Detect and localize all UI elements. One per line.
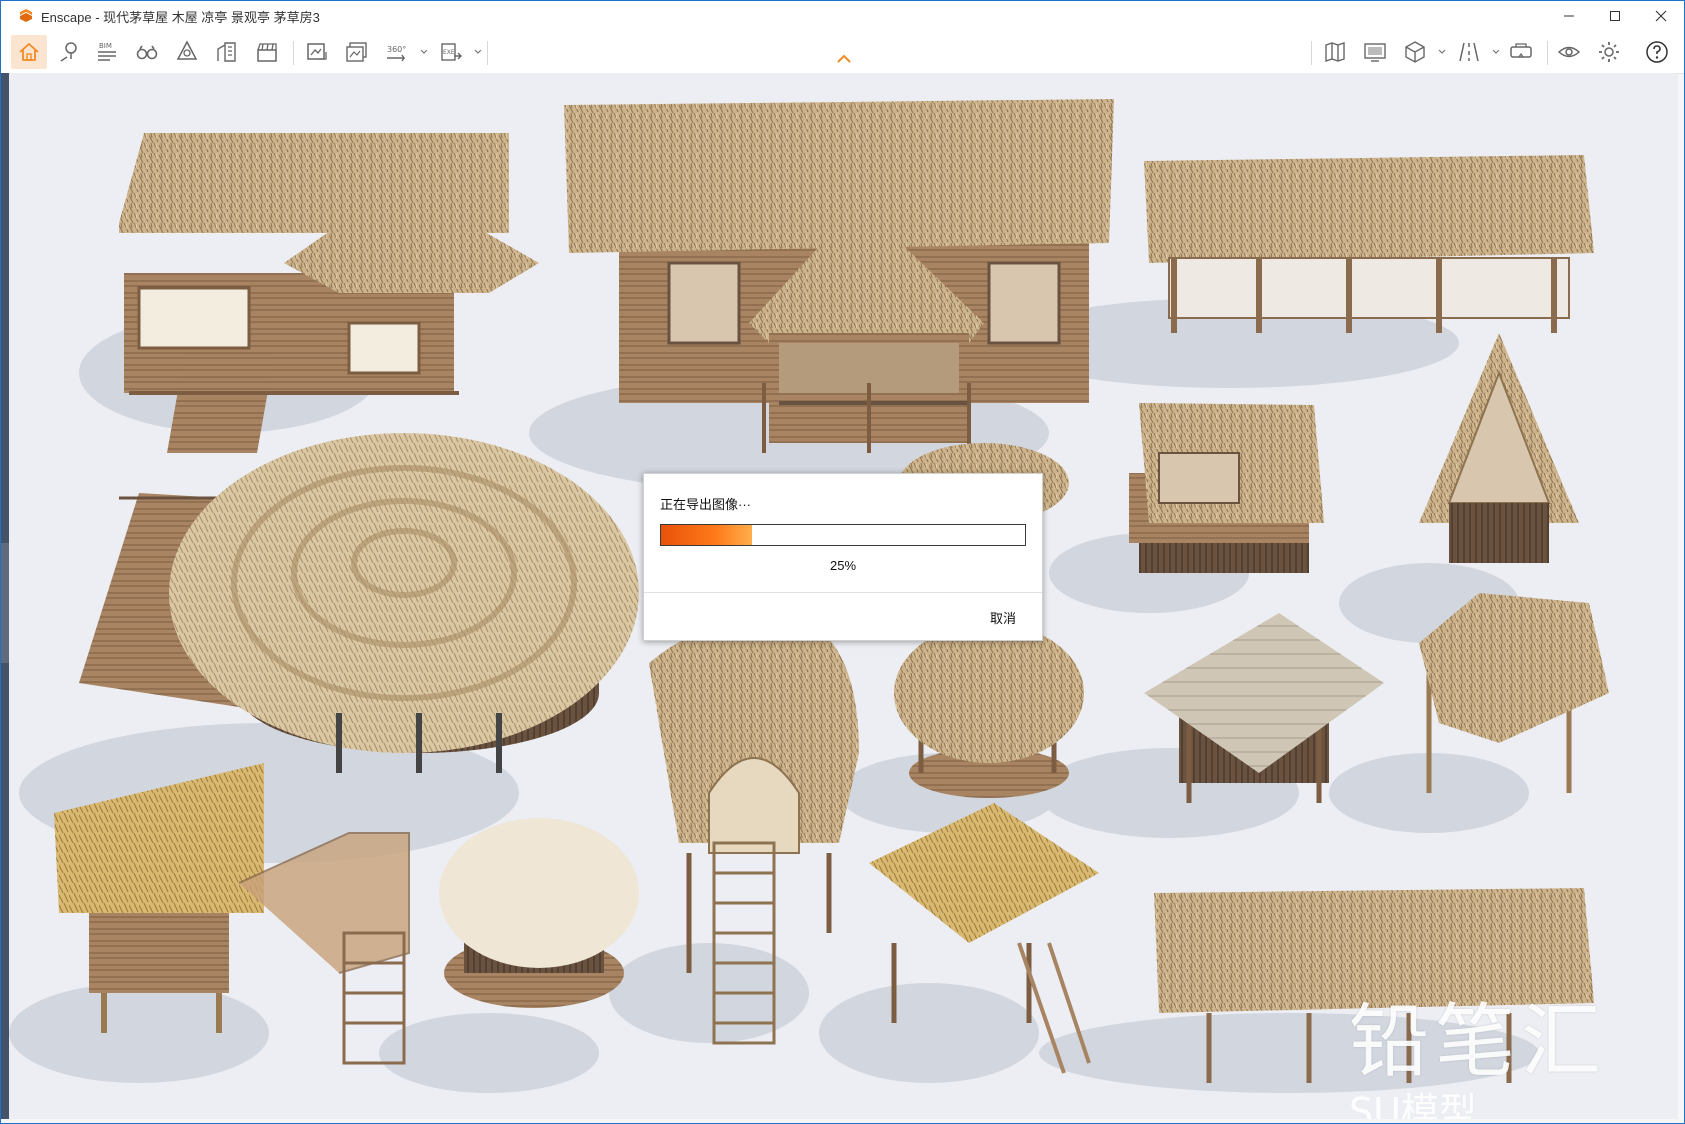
asset-library-button[interactable] bbox=[169, 35, 205, 69]
toolbar-separator bbox=[1547, 41, 1548, 65]
a-frame-hut-right bbox=[1419, 333, 1579, 563]
path-icon bbox=[1459, 42, 1479, 62]
cancel-button[interactable]: 取消 bbox=[990, 608, 1016, 627]
maximize-button[interactable] bbox=[1592, 1, 1638, 31]
close-icon bbox=[1655, 10, 1667, 22]
dialog-divider bbox=[644, 592, 1042, 593]
building-button[interactable] bbox=[209, 35, 245, 69]
export-exe-button[interactable]: EXE bbox=[433, 35, 469, 69]
hut-mid-right bbox=[1129, 403, 1324, 573]
umbrella-pavilion-center bbox=[894, 623, 1084, 798]
render-image-button[interactable] bbox=[299, 35, 335, 69]
toolbar-separator bbox=[293, 41, 294, 65]
enscape-window: Enscape - 现代茅草屋 木屋 凉亭 景观亭 茅草房3 BIM 360° … bbox=[0, 0, 1685, 1124]
title-bar: Enscape - 现代茅草屋 木屋 凉亭 景观亭 茅草房3 bbox=[1, 1, 1684, 31]
round-pavilion-large bbox=[79, 433, 639, 773]
map-pin-icon bbox=[60, 42, 77, 62]
cube-icon bbox=[1405, 41, 1425, 63]
bim-icon: BIM bbox=[98, 42, 116, 61]
minimize-button[interactable] bbox=[1546, 1, 1592, 31]
progress-bar bbox=[660, 524, 1026, 546]
gear-icon bbox=[1599, 42, 1619, 62]
chevron-down-icon[interactable] bbox=[419, 47, 429, 57]
hut-top-center bbox=[564, 99, 1114, 453]
background-desktop-edge bbox=[1, 73, 9, 1119]
svg-text:BIM: BIM bbox=[99, 42, 112, 50]
screen-icon bbox=[1364, 43, 1386, 62]
screen-button[interactable] bbox=[1357, 35, 1393, 69]
progress-bar-fill bbox=[661, 525, 752, 545]
window-title: Enscape - 现代茅草屋 木屋 凉亭 景观亭 茅草房3 bbox=[41, 9, 320, 25]
svg-text:360°: 360° bbox=[387, 45, 406, 54]
binocular-button[interactable] bbox=[129, 35, 165, 69]
svg-text:EXE: EXE bbox=[443, 49, 455, 56]
render-image-icon bbox=[307, 43, 327, 60]
toolbar-separator bbox=[1311, 41, 1312, 65]
export-exe-icon: EXE bbox=[441, 43, 462, 61]
hut-top-right-long bbox=[1144, 155, 1594, 333]
toolbar-separator bbox=[487, 41, 488, 65]
collapse-toolbar-icon[interactable] bbox=[835, 53, 853, 65]
progress-percent: 25% bbox=[829, 558, 857, 573]
path-button[interactable] bbox=[1451, 35, 1487, 69]
clapper-button[interactable] bbox=[249, 35, 285, 69]
batch-render-button[interactable] bbox=[339, 35, 375, 69]
chevron-down-icon[interactable] bbox=[473, 47, 483, 57]
chevron-down-icon[interactable] bbox=[1437, 47, 1447, 57]
help-icon bbox=[1646, 41, 1668, 63]
batch-render-icon bbox=[346, 42, 367, 62]
watermark: 铅笔汇 SU模型ID:445443 bbox=[1349, 995, 1669, 1120]
visibility-button[interactable] bbox=[1551, 35, 1587, 69]
home-icon bbox=[19, 43, 39, 61]
window-controls bbox=[1546, 1, 1684, 31]
vr-headset-icon bbox=[1510, 43, 1532, 58]
building-icon bbox=[217, 42, 236, 62]
panorama-360-icon: 360° bbox=[387, 45, 406, 62]
export-progress-dialog: 正在导出图像··· 25% 取消 bbox=[643, 473, 1043, 641]
asset-library-icon bbox=[176, 40, 198, 60]
vr-button[interactable] bbox=[1503, 35, 1539, 69]
watermark-brand: 铅笔汇 bbox=[1349, 995, 1607, 1088]
clapperboard-icon bbox=[257, 43, 277, 62]
enscape-logo-icon bbox=[20, 9, 32, 22]
watermark-model-id: SU模型ID:445443 bbox=[1349, 1090, 1477, 1119]
settings-button[interactable] bbox=[1591, 35, 1627, 69]
round-pavilion-bottom bbox=[439, 818, 639, 1008]
minimize-icon bbox=[1564, 15, 1574, 17]
panorama-button[interactable]: 360° bbox=[379, 35, 415, 69]
chevron-down-icon[interactable] bbox=[1491, 47, 1501, 57]
bim-button[interactable]: BIM bbox=[89, 35, 125, 69]
dialog-title: 正在导出图像··· bbox=[660, 497, 751, 512]
eye-icon bbox=[1557, 46, 1581, 58]
help-button[interactable] bbox=[1639, 35, 1675, 69]
views-button[interactable] bbox=[51, 35, 87, 69]
map-button[interactable] bbox=[1317, 35, 1353, 69]
maximize-icon bbox=[1610, 11, 1620, 21]
binoculars-icon bbox=[136, 45, 158, 60]
close-button[interactable] bbox=[1638, 1, 1684, 31]
cube-button[interactable] bbox=[1397, 35, 1433, 69]
home-button[interactable] bbox=[11, 35, 47, 69]
map-icon bbox=[1325, 42, 1345, 62]
